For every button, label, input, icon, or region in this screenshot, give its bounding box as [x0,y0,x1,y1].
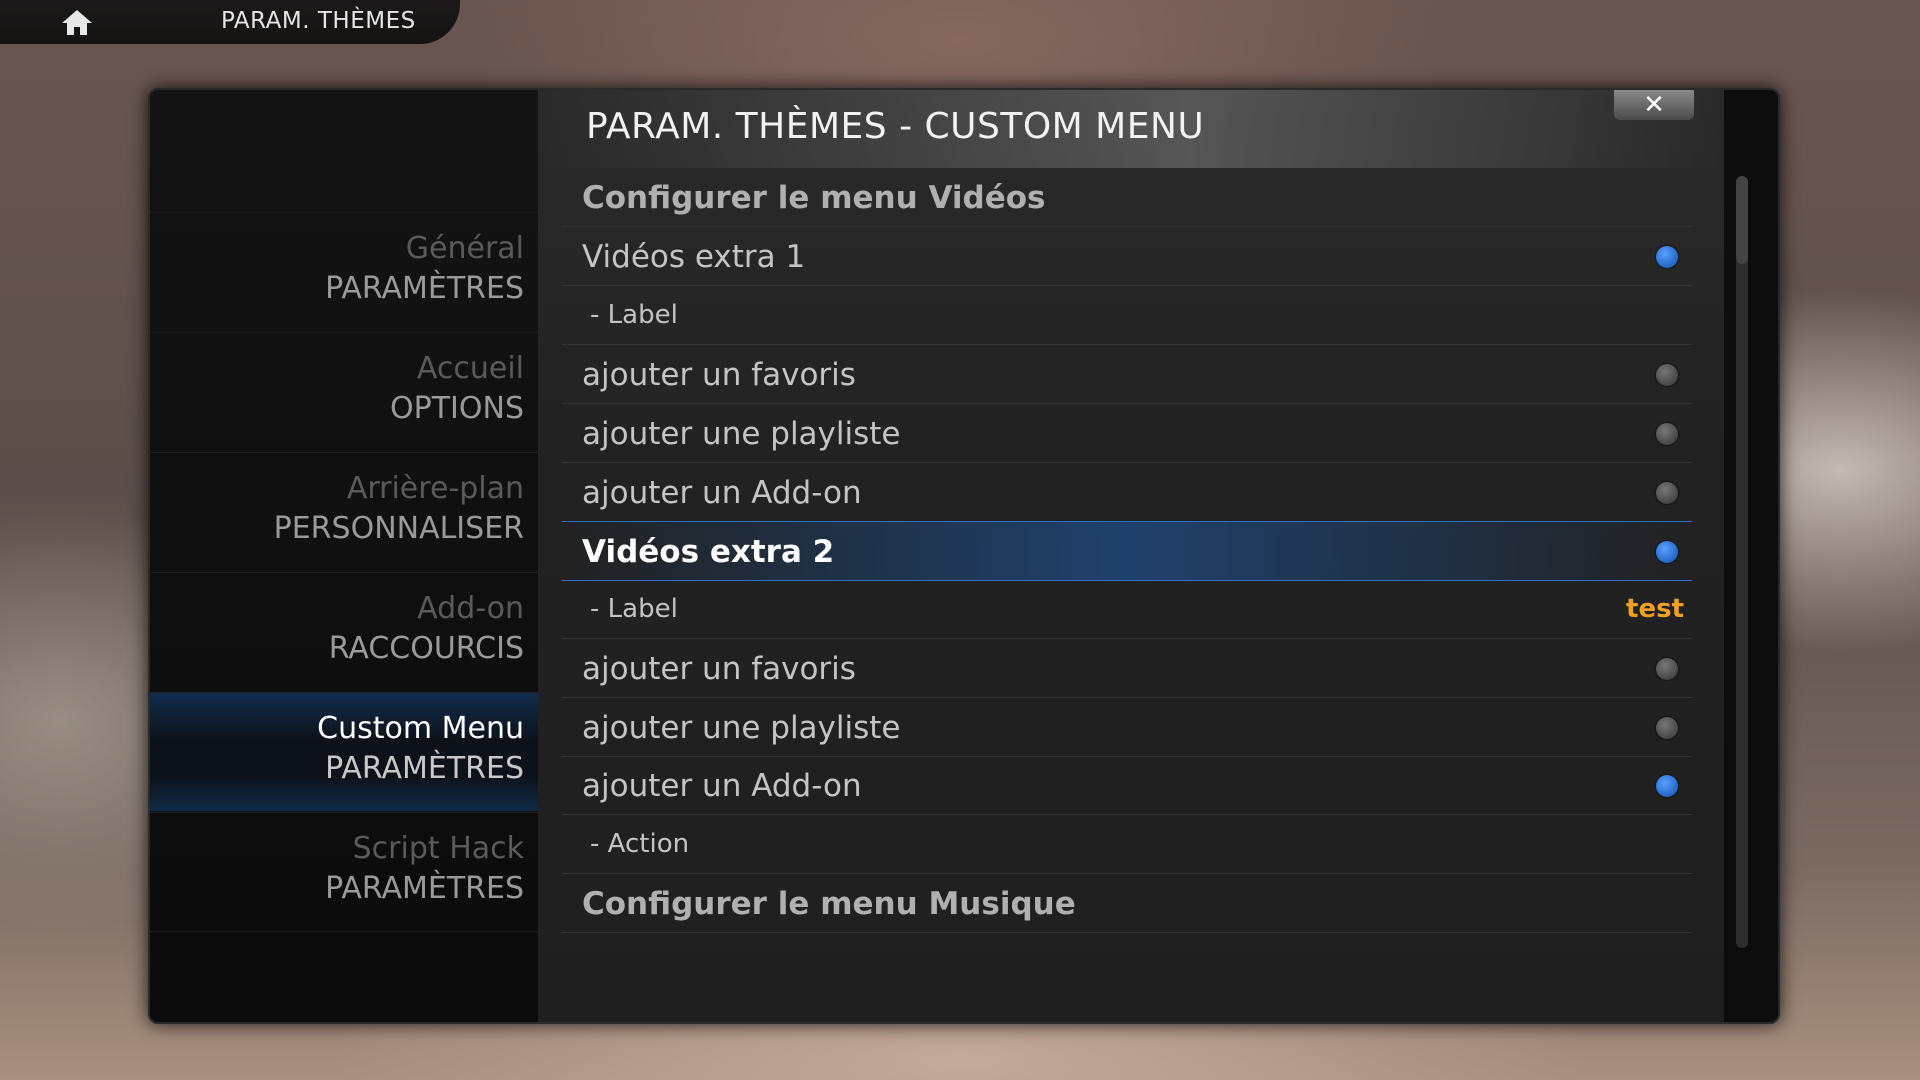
setting-label: - Action [590,829,690,859]
close-icon: ✕ [1643,90,1665,120]
setting-label: - Label [590,300,678,330]
scrollbar-thumb[interactable] [1736,176,1748,264]
sidebar-item-category: Arrière-plan [346,471,524,506]
radio-on-icon[interactable] [1656,246,1678,268]
sidebar-item-background[interactable]: Arrière-plan PERSONNALISER [150,452,538,571]
radio-off-icon[interactable] [1656,717,1678,739]
top-bar: PARAM. THÈMES [0,0,460,44]
radio-off-icon[interactable] [1656,482,1678,504]
radio-on-icon[interactable] [1656,775,1678,797]
scrollbar[interactable] [1736,176,1748,948]
sidebar-item-label: OPTIONS [390,391,524,426]
sidebar-item-addon[interactable]: Add-on RACCOURCIS [150,572,538,691]
setting-sub-row[interactable]: - Action [562,815,1692,874]
sidebar-item-label: PARAMÈTRES [325,751,524,786]
section-header-label: Configurer le menu Vidéos [582,180,1046,216]
breadcrumb-title: PARAM. THÈMES [221,8,416,34]
setting-sub-row[interactable]: - Label test [562,580,1692,639]
sidebar: Général PARAMÈTRES Accueil OPTIONS Arriè… [150,90,538,1022]
section-header-music: Configurer le menu Musique [562,874,1692,933]
setting-label: ajouter un Add-on [582,475,862,511]
setting-label: ajouter un Add-on [582,768,862,804]
section-header-videos: Configurer le menu Vidéos [562,168,1692,227]
setting-value: test [1626,594,1684,624]
radio-on-icon[interactable] [1656,541,1678,563]
sidebar-item-category: Add-on [417,591,524,626]
sidebar-item-label: PARAMÈTRES [325,271,524,306]
setting-label: Vidéos extra 1 [582,239,806,275]
setting-label: Vidéos extra 2 [582,534,835,570]
sidebar-item-category: Script Hack [352,831,524,866]
setting-row[interactable]: ajouter un favoris [562,639,1692,698]
home-icon[interactable] [60,8,94,36]
setting-label: ajouter une playliste [582,710,901,746]
sidebar-item-category: Général [405,231,524,266]
setting-row[interactable]: Vidéos extra 1 [562,227,1692,286]
sidebar-item-category: Accueil [416,351,524,386]
close-button[interactable]: ✕ [1614,90,1694,120]
setting-label: ajouter un favoris [582,651,856,687]
dialog-header: PARAM. THÈMES - CUSTOM MENU [538,90,1724,168]
setting-row[interactable]: ajouter un Add-on [562,463,1692,522]
setting-row[interactable]: ajouter une playliste [562,698,1692,757]
sidebar-item-label: RACCOURCIS [328,631,524,666]
sidebar-item-script-hack[interactable]: Script Hack PARAMÈTRES [150,812,538,932]
setting-label: ajouter une playliste [582,416,901,452]
sidebar-item-home[interactable]: Accueil OPTIONS [150,332,538,451]
sidebar-item-label: PERSONNALISER [273,511,524,546]
radio-off-icon[interactable] [1656,423,1678,445]
radio-off-icon[interactable] [1656,658,1678,680]
settings-dialog: Général PARAMÈTRES Accueil OPTIONS Arriè… [148,88,1780,1024]
sidebar-item-label: PARAMÈTRES [325,871,524,906]
section-header-label: Configurer le menu Musique [582,886,1076,922]
sidebar-item-category: Custom Menu [317,711,524,746]
setting-sub-row[interactable]: - Label [562,286,1692,345]
setting-row[interactable]: ajouter un favoris [562,345,1692,404]
sidebar-item-custom-menu[interactable]: Custom Menu PARAMÈTRES [150,692,538,811]
setting-label: ajouter un favoris [582,357,856,393]
setting-row[interactable]: ajouter une playliste [562,404,1692,463]
setting-row[interactable]: ajouter un Add-on [562,756,1692,815]
settings-panel: PARAM. THÈMES - CUSTOM MENU Configurer l… [538,90,1724,1022]
sidebar-item-general[interactable]: Général PARAMÈTRES [150,212,538,331]
setting-row-selected[interactable]: Vidéos extra 2 [562,521,1692,581]
setting-label: - Label [590,594,678,624]
radio-off-icon[interactable] [1656,364,1678,386]
dialog-title: PARAM. THÈMES - CUSTOM MENU [586,106,1205,147]
